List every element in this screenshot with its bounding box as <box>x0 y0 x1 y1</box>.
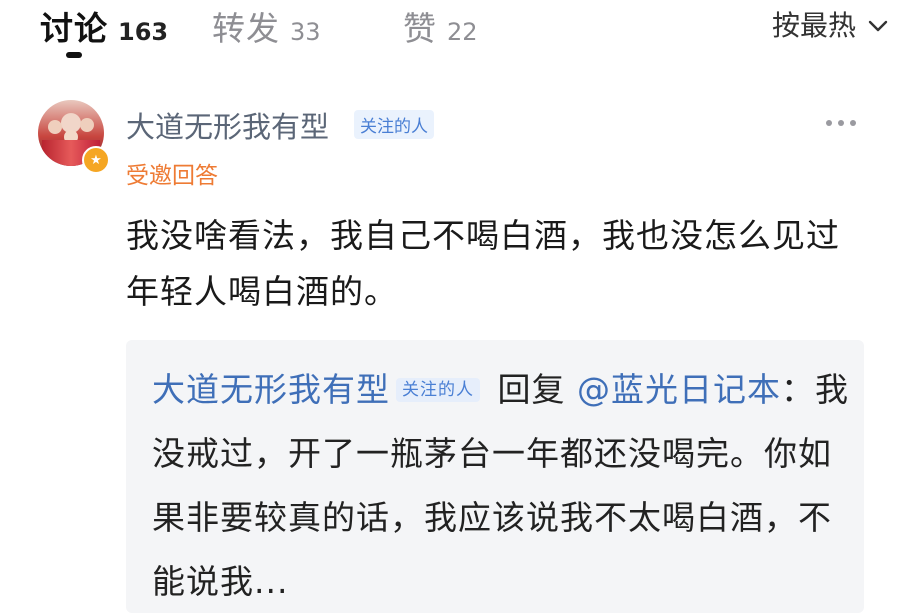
comment-username[interactable]: 大道无形我有型 <box>126 104 329 146</box>
reply-follow-tag: 关注的人 <box>396 378 480 402</box>
sort-label: 按最热 <box>771 9 856 42</box>
quoted-reply[interactable]: 大道无形我有型 关注的人 回复 @蓝光日记本：我没戒过，开了一瓶茅台一年都还没喝完… <box>126 340 864 613</box>
reply-mention[interactable]: @蓝光日记本 <box>577 370 781 409</box>
comments-screen: 讨论 163 转发 33 赞 22 按最热 ★ 大道无形我有型 关注的人 受邀回… <box>0 0 900 613</box>
tab-count: 33 <box>290 18 321 46</box>
tab-count: 22 <box>447 18 478 46</box>
tab-label: 转发 <box>212 9 280 48</box>
chevron-down-icon <box>866 12 890 36</box>
comment-text: 我没啥看法，我自己不喝白酒，我也没怎么见过年轻人喝白酒的。 <box>126 216 840 311</box>
follow-tag: 关注的人 <box>354 110 434 139</box>
quoted-reply-text: 大道无形我有型 关注的人 回复 @蓝光日记本：我没戒过，开了一瓶茅台一年都还没喝完… <box>152 358 852 613</box>
sort-toggle[interactable]: 按最热 <box>772 4 890 44</box>
reply-word: 回复 <box>497 370 566 409</box>
tab-label: 赞 <box>403 9 437 48</box>
tab-label: 讨论 <box>40 9 108 48</box>
invited-answer-tag: 受邀回答 <box>126 163 218 189</box>
tab-likes[interactable]: 赞 22 <box>403 2 478 50</box>
reply-username[interactable]: 大道无形我有型 <box>152 370 390 409</box>
active-tab-indicator <box>66 52 82 58</box>
tab-count: 163 <box>118 18 169 46</box>
tab-repost[interactable]: 转发 33 <box>212 2 321 50</box>
more-dots-icon[interactable] <box>826 120 856 126</box>
tab-discussion[interactable]: 讨论 163 <box>40 2 168 50</box>
vip-star-icon: ★ <box>82 146 110 174</box>
avatar-container[interactable]: ★ <box>38 100 110 174</box>
tab-bar: 讨论 163 转发 33 赞 22 按最热 <box>0 0 900 72</box>
